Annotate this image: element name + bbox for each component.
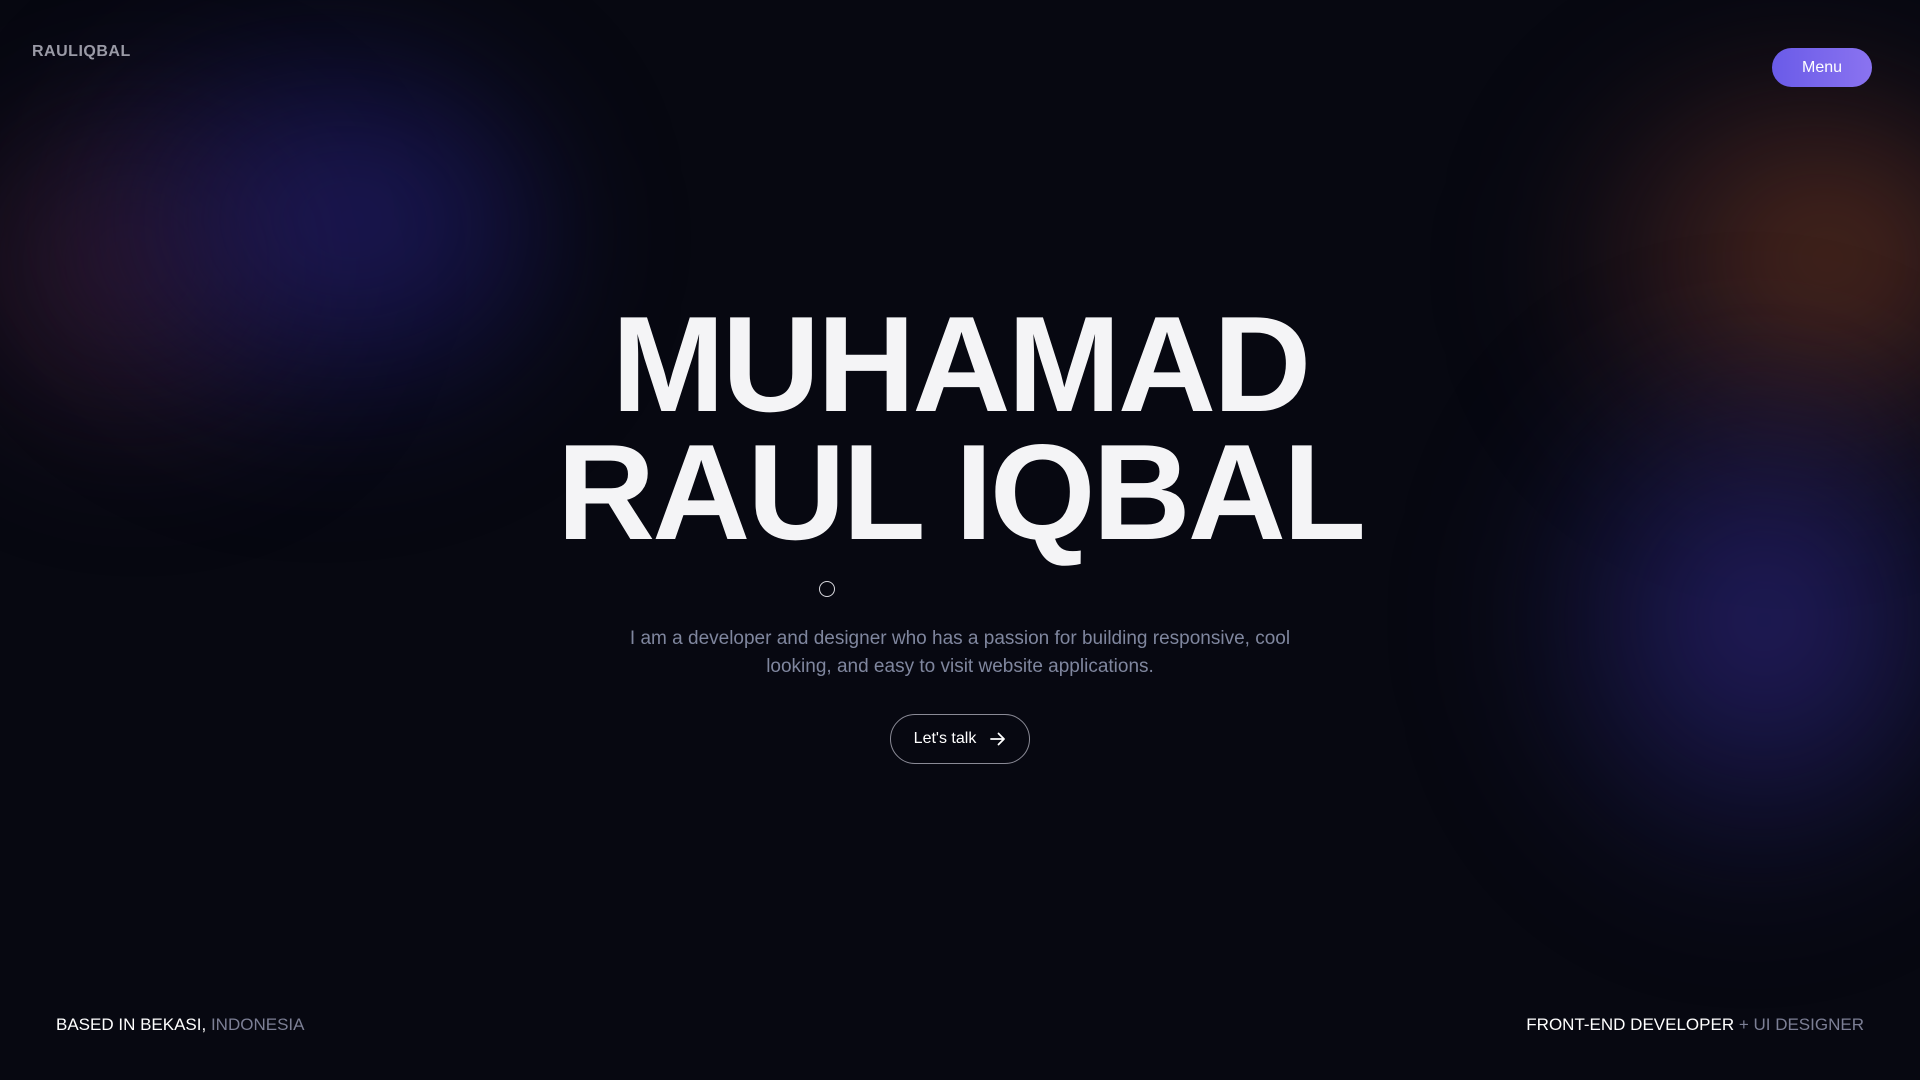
menu-button[interactable]: Menu (1772, 48, 1872, 87)
lets-talk-label: Let's talk (913, 730, 977, 747)
brand-logo[interactable]: RAULIQBAL (32, 43, 131, 61)
hero-title-line-1: MUHAMAD (611, 288, 1312, 440)
role-text: FRONT-END DEVELOPER + UI DESIGNER (1526, 1015, 1864, 1035)
hero-title: MUHAMAD RAUL IQBAL (0, 288, 1920, 568)
arrow-right-icon (990, 732, 1006, 746)
role-primary: FRONT-END DEVELOPER (1526, 1015, 1735, 1034)
page: RAULIQBAL Menu MUHAMAD RAUL IQBAL I am a… (0, 0, 1920, 1080)
location-text: BASED IN BEKASI, INDONESIA (56, 1015, 304, 1035)
role-separator: + (1734, 1015, 1754, 1034)
location-separator: , (201, 1015, 211, 1034)
hero-title-line-2: RAUL IQBAL (556, 416, 1366, 568)
role-secondary: UI DESIGNER (1753, 1015, 1864, 1034)
hero-description: I am a developer and designer who has a … (629, 628, 1291, 677)
location-country: INDONESIA (210, 1015, 305, 1034)
cursor-ring-icon (819, 581, 835, 597)
lets-talk-button[interactable]: Let's talk (890, 714, 1030, 764)
location-city: BASED IN BEKASI (56, 1015, 202, 1034)
